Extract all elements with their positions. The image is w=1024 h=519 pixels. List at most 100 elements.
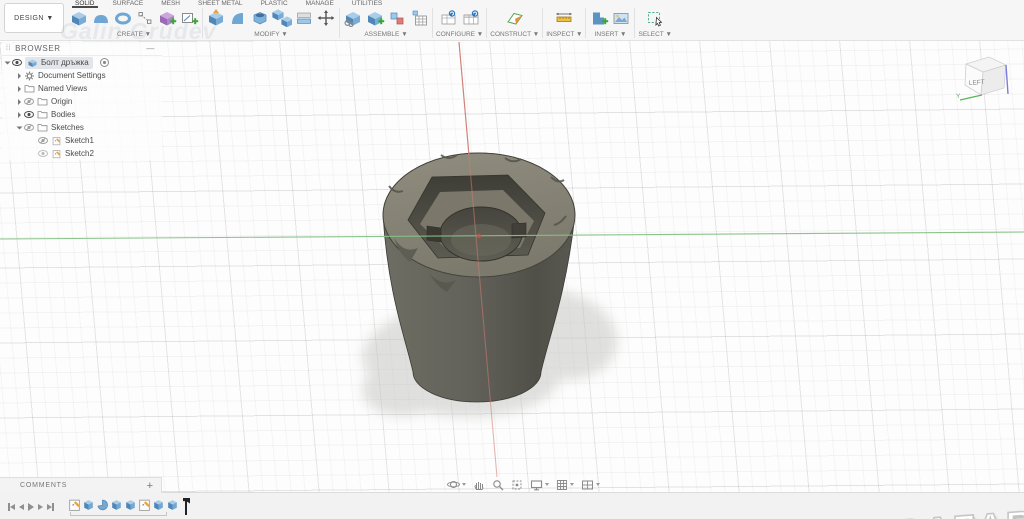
group-label-insert[interactable]: INSERT ▼ (595, 31, 627, 38)
rigid-group-icon[interactable] (387, 9, 407, 27)
browser-header[interactable]: ⁞⁞ BROWSER — (2, 42, 162, 56)
play-button[interactable] (28, 502, 34, 511)
visibility-eye-off-icon[interactable] (38, 137, 48, 144)
browser-item-bodies[interactable]: Bodies (2, 108, 162, 121)
tab-mesh[interactable]: MESH (152, 0, 189, 7)
comments-panel[interactable]: COMMENTS + (0, 477, 162, 493)
display-settings-icon[interactable] (530, 479, 549, 491)
viewcube-face-label: LEFT (969, 79, 985, 87)
orbit-icon[interactable] (447, 478, 466, 491)
folder-icon (37, 97, 48, 106)
tab-surface[interactable]: SURFACE (104, 0, 153, 7)
group-label-configure[interactable]: CONFIGURE ▼ (436, 31, 483, 38)
construct-plane-icon[interactable] (505, 9, 525, 27)
step-forward-button[interactable] (38, 503, 43, 510)
group-construct: CONSTRUCT ▼ (487, 8, 544, 38)
create-form-icon[interactable] (157, 9, 177, 27)
browser-item-named-views[interactable]: Named Views (2, 82, 162, 95)
configuration-table-icon[interactable] (461, 9, 481, 27)
named-views-label: Named Views (38, 84, 88, 93)
timeline-playback-controls (0, 502, 54, 511)
add-comment-button[interactable]: + (147, 480, 161, 491)
browser-item-origin[interactable]: Origin (2, 95, 162, 108)
group-label-create[interactable]: CREATE ▼ (117, 31, 151, 38)
go-to-start-button[interactable] (8, 502, 15, 511)
insert-derive-icon[interactable] (589, 9, 609, 27)
browser-item-sketch2[interactable]: Sketch2 (2, 147, 162, 160)
timeline-feature-sketch[interactable] (138, 498, 151, 512)
tab-sheet-metal[interactable]: SHEET METAL (189, 0, 252, 7)
group-inspect: INSPECT ▼ (543, 8, 587, 38)
group-label-inspect[interactable]: INSPECT ▼ (546, 31, 582, 38)
browser-item-sketches[interactable]: Sketches (2, 121, 162, 134)
timeline-feature-extrude[interactable] (82, 498, 95, 512)
timeline-feature-extrude[interactable] (110, 498, 123, 512)
chevron-collapsed-icon[interactable] (18, 111, 21, 118)
browser-item-sketch1[interactable]: Sketch1 (2, 134, 162, 147)
group-label-assemble[interactable]: ASSEMBLE ▼ (364, 31, 407, 38)
group-label-construct[interactable]: CONSTRUCT ▼ (490, 31, 539, 38)
group-select: SELECT ▼ (635, 8, 674, 38)
shell-icon[interactable] (250, 9, 270, 27)
joint-icon[interactable] (365, 9, 385, 27)
timeline-feature-sketch[interactable] (68, 498, 81, 512)
chevron-expanded-icon[interactable] (16, 126, 23, 129)
press-pull-icon[interactable] (206, 9, 226, 27)
visibility-eye-off-icon[interactable] (24, 98, 34, 105)
primitive-icon[interactable] (135, 9, 155, 27)
configuration-icon[interactable] (439, 9, 459, 27)
chevron-expanded-icon[interactable] (4, 61, 11, 64)
timeline-feature-extrude[interactable] (152, 498, 165, 512)
combine-icon[interactable] (272, 9, 292, 27)
fit-icon[interactable] (511, 479, 523, 491)
new-body-icon[interactable] (69, 9, 89, 27)
visibility-eye-off-icon[interactable] (24, 124, 34, 131)
tab-utilities[interactable]: UTILITIES (343, 0, 391, 7)
browser-item-document-settings[interactable]: Document Settings (2, 69, 162, 82)
measure-icon[interactable] (554, 9, 574, 27)
tab-solid[interactable]: SOLID (66, 0, 104, 8)
go-to-end-button[interactable] (47, 502, 54, 511)
group-insert: INSERT ▼ (586, 8, 636, 38)
sketch2-label: Sketch2 (65, 149, 94, 158)
sketches-label: Sketches (51, 123, 84, 132)
sketch-icon (51, 149, 62, 159)
pan-icon[interactable] (473, 479, 485, 491)
component-pattern-icon[interactable] (409, 9, 429, 27)
browser-minimize-button[interactable]: — (143, 44, 158, 53)
timeline-feature-extrude[interactable] (124, 498, 137, 512)
split-body-icon[interactable] (294, 9, 314, 27)
group-label-modify[interactable]: MODIFY ▼ (254, 31, 287, 38)
step-back-button[interactable] (19, 503, 24, 510)
browser-item-root[interactable]: Болт дръжка (2, 56, 162, 69)
tab-plastic[interactable]: PLASTIC (252, 0, 297, 7)
group-label-select[interactable]: SELECT ▼ (638, 31, 671, 38)
chevron-collapsed-icon[interactable] (18, 85, 21, 92)
visibility-eye-icon[interactable] (12, 59, 22, 66)
visibility-eye-icon[interactable] (24, 111, 34, 118)
visibility-eye-dim-icon[interactable] (38, 150, 48, 157)
new-component-icon[interactable] (343, 9, 363, 27)
view-cube[interactable]: LEFT Y (956, 48, 1020, 112)
root-component-label: Болт дръжка (41, 58, 89, 67)
timeline-feature-revolve[interactable] (96, 498, 109, 512)
tab-manage[interactable]: MANAGE (297, 0, 343, 7)
chevron-collapsed-icon[interactable] (18, 72, 21, 79)
create-sketch-icon[interactable] (179, 9, 199, 27)
timeline-playhead[interactable] (181, 497, 191, 516)
zoom-icon[interactable] (492, 479, 504, 491)
activate-component-radio[interactable] (99, 58, 109, 67)
timeline-feature-extrude[interactable] (166, 498, 179, 512)
canvas-icon[interactable] (611, 9, 631, 27)
drag-handle-icon[interactable]: ⁞⁞ (6, 45, 11, 52)
revolve-icon[interactable] (113, 9, 133, 27)
grid-snaps-icon[interactable] (556, 479, 574, 491)
move-copy-icon[interactable] (316, 9, 336, 27)
viewports-icon[interactable] (581, 479, 600, 491)
form-icon[interactable] (91, 9, 111, 27)
fillet-icon[interactable] (228, 9, 248, 27)
design-workspace-menu[interactable]: DESIGN ▼ (4, 3, 64, 33)
select-icon[interactable] (645, 9, 665, 27)
chevron-collapsed-icon[interactable] (18, 98, 21, 105)
top-toolbar: DESIGN ▼ SOLID SURFACE MESH SHEET METAL … (0, 0, 1024, 41)
